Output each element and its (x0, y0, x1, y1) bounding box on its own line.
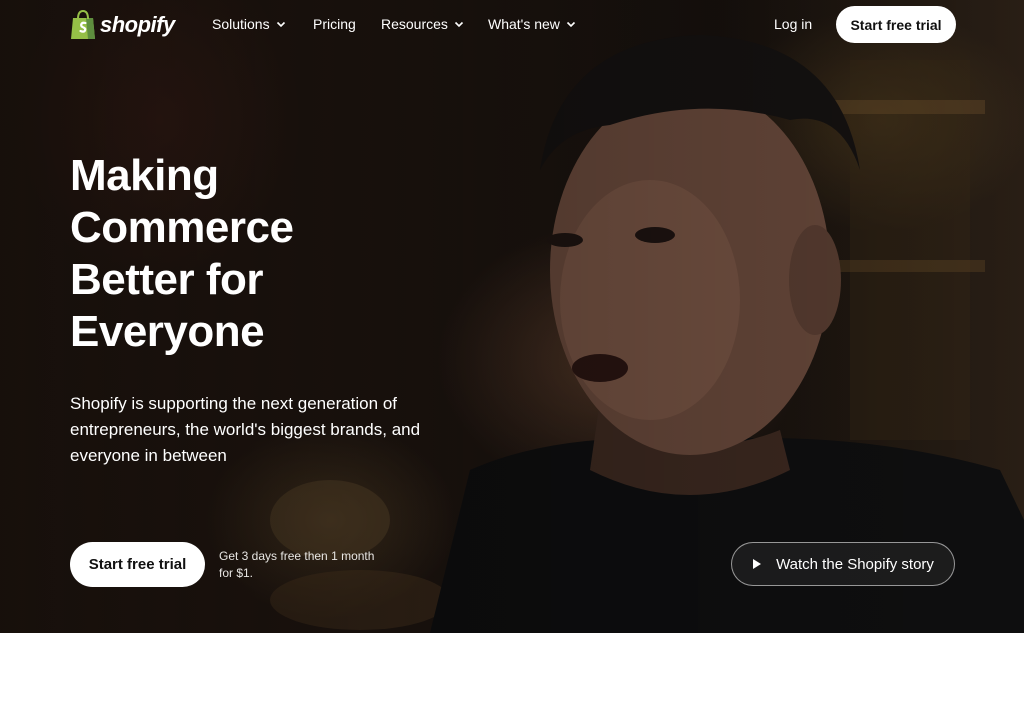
watch-story-button[interactable]: Watch the Shopify story (731, 542, 955, 586)
nav-solutions-label: Solutions (212, 16, 270, 32)
play-icon (753, 559, 762, 569)
headline-line: Better for (70, 255, 264, 304)
hero-subheading: Shopify is supporting the next generatio… (70, 394, 421, 465)
top-navigation: shopify Solutions Pricing Resources What… (0, 0, 1024, 50)
nav-whats-new[interactable]: What's new (488, 16, 576, 32)
hero-headline: Making Commerce Better for Everyone (70, 150, 400, 358)
shopify-logo[interactable]: shopify (70, 10, 175, 40)
nav-pricing[interactable]: Pricing (313, 16, 356, 32)
nav-resources[interactable]: Resources (381, 16, 464, 32)
chevron-down-icon (566, 21, 575, 28)
chevron-down-icon (454, 21, 463, 28)
watch-story-label: Watch the Shopify story (776, 555, 934, 573)
headline-line: Commerce (70, 203, 294, 252)
hero-start-free-trial-button[interactable]: Start free trial (70, 542, 205, 587)
headline-line: Everyone (70, 307, 265, 356)
nav-pricing-label: Pricing (313, 16, 356, 32)
brand-wordmark: shopify (100, 12, 175, 37)
trial-offer-note: Get 3 days free then 1 month for $1. (219, 549, 375, 580)
content-area (0, 633, 1024, 717)
nav-solutions[interactable]: Solutions (212, 16, 286, 32)
nav-resources-label: Resources (381, 16, 448, 32)
chevron-down-icon (276, 21, 285, 28)
nav-start-free-trial-button[interactable]: Start free trial (836, 6, 956, 43)
headline-line: Making (70, 151, 219, 200)
shopping-bag-icon (71, 10, 95, 39)
hero-section: shopify Solutions Pricing Resources What… (0, 0, 1024, 633)
login-link[interactable]: Log in (774, 16, 812, 32)
nav-whats-new-label: What's new (488, 16, 560, 32)
